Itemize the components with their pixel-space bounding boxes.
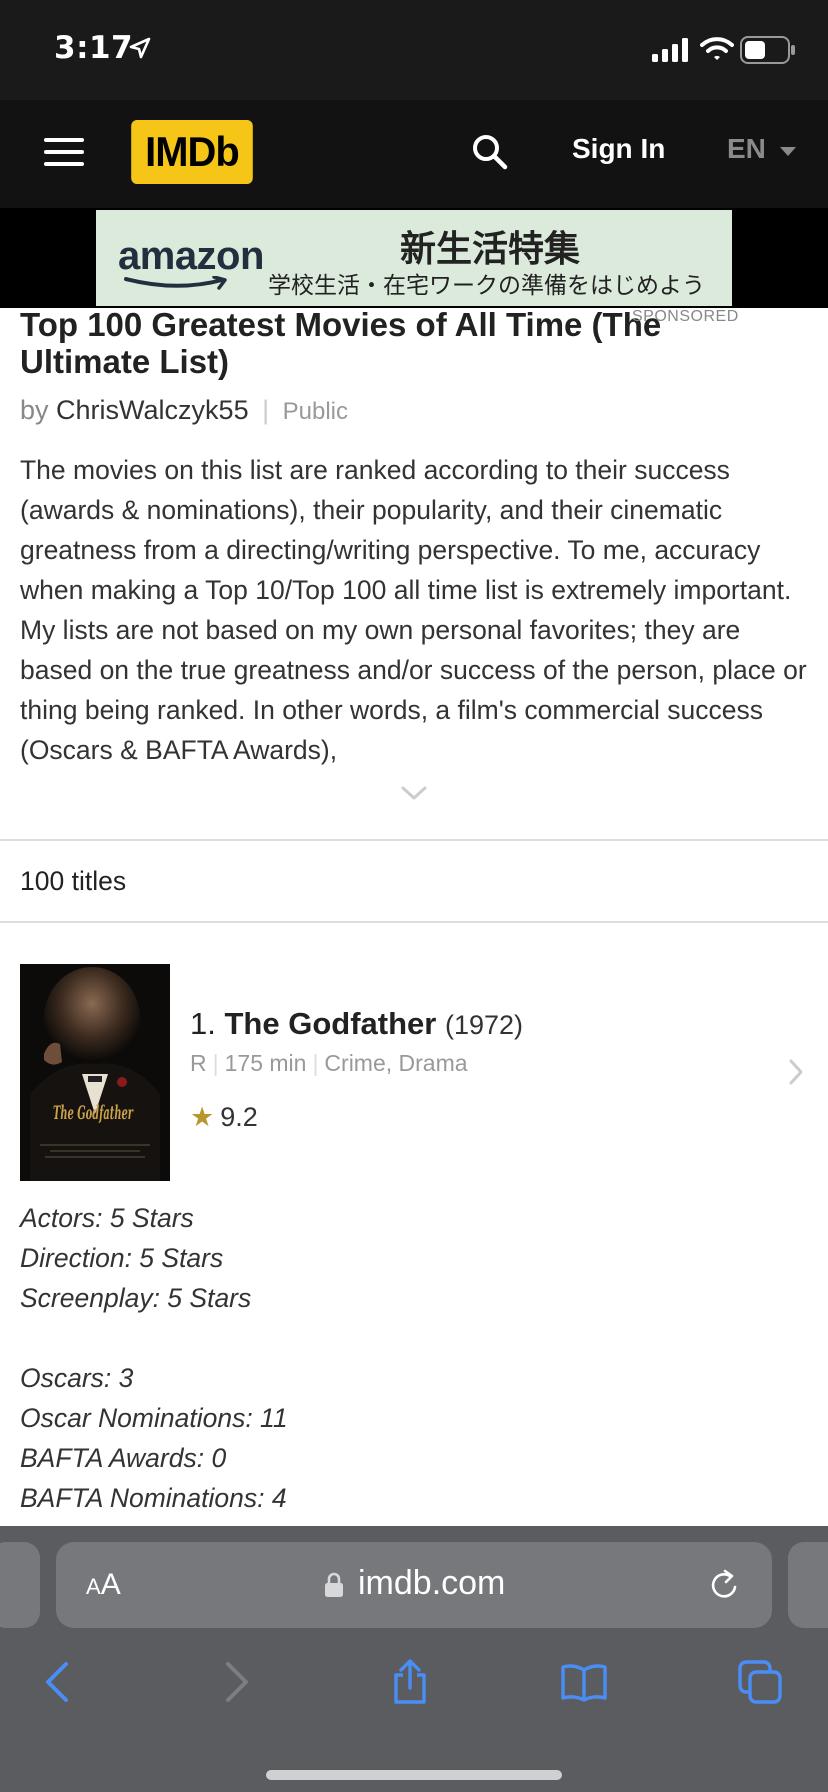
separator: | (262, 395, 270, 425)
next-tab-preview[interactable] (788, 1542, 828, 1628)
poster-title-text: The Godfather (53, 1102, 134, 1124)
share-icon[interactable] (386, 1658, 434, 1706)
note-screenplay: Screenplay: 5 Stars (20, 1283, 252, 1313)
rating-value: 9.2 (220, 1102, 258, 1132)
note-gap (20, 1318, 800, 1358)
tabs-icon[interactable] (736, 1658, 784, 1706)
note-direction: Direction: 5 Stars (20, 1243, 224, 1273)
list-title: Top 100 Greatest Movies of All Time (The… (20, 306, 662, 380)
language-selector[interactable]: EN (727, 133, 766, 165)
search-icon[interactable] (470, 132, 510, 172)
amazon-ad[interactable]: amazon 新生活特集 学校生活・在宅ワークの準備をはじめよう (96, 210, 732, 306)
star-icon: ★ (190, 1102, 215, 1132)
status-time: 3:17 (54, 30, 134, 66)
wifi-icon (700, 37, 734, 60)
titles-count: 100 titles (20, 866, 127, 896)
ad-banner: amazon 新生活特集 学校生活・在宅ワークの準備をはじめよう (0, 208, 828, 308)
movie-poster[interactable]: The Godfather (20, 964, 170, 1181)
note-bafta-nominations: BAFTA Nominations: 4 (20, 1483, 287, 1513)
amazon-logo: amazon (118, 234, 264, 278)
certificate: R (190, 1050, 207, 1076)
forward-icon[interactable] (212, 1658, 260, 1706)
expand-chevron-down-icon[interactable] (400, 784, 428, 802)
imdb-logo[interactable]: IMDb (131, 120, 253, 184)
lock-icon (325, 1572, 343, 1597)
author-link[interactable]: ChrisWalczyk55 (56, 395, 249, 425)
byline: by ChrisWalczyk55 | Public (20, 395, 348, 426)
caret-down-icon[interactable] (780, 147, 796, 156)
chevron-right-icon[interactable] (788, 1058, 804, 1086)
address-bar[interactable]: AA imdb.com (56, 1542, 772, 1628)
movie-meta: R | 175 min | Crime, Drama (190, 1050, 468, 1077)
movie-year: (1972) (444, 1010, 523, 1040)
hamburger-menu-icon[interactable] (44, 138, 84, 168)
rating: ★ 9.2 (190, 1102, 258, 1133)
browser-toolbar: AA imdb.com (0, 1526, 828, 1792)
ad-headline: 新生活特集 (400, 229, 581, 270)
status-bar: 3:17 (0, 0, 828, 100)
divider (0, 921, 828, 923)
visibility-label: Public (282, 398, 349, 425)
runtime: 175 min (224, 1050, 307, 1076)
movie-title-line[interactable]: 1. The Godfather (1972) (190, 1006, 523, 1042)
site-header: IMDb Sign In EN (0, 100, 828, 208)
battery-icon (740, 36, 795, 64)
by-label: by (20, 395, 49, 425)
amazon-smile-icon (124, 276, 227, 290)
note-oscars: Oscars: 3 (20, 1363, 134, 1393)
genres: Crime, Drama (324, 1050, 468, 1076)
note-bafta-awards: BAFTA Awards: 0 (20, 1443, 227, 1473)
note-oscar-nominations: Oscar Nominations: 11 (20, 1403, 288, 1433)
previous-tab-preview[interactable] (0, 1542, 40, 1628)
text-size-button[interactable]: AA (86, 1568, 121, 1602)
separator: | (212, 1050, 219, 1076)
sign-in-button[interactable]: Sign In (572, 133, 665, 165)
separator: | (312, 1050, 319, 1076)
home-indicator (266, 1770, 562, 1780)
reload-icon[interactable] (708, 1568, 742, 1602)
sponsored-label: SPONSORED (632, 308, 739, 325)
movie-notes: Actors: 5 Stars Direction: 5 Stars Scree… (20, 1198, 800, 1518)
note-actors: Actors: 5 Stars (20, 1203, 194, 1233)
ad-subline: 学校生活・在宅ワークの準備をはじめよう (268, 273, 705, 299)
movie-title[interactable]: The Godfather (224, 1006, 436, 1041)
divider (0, 839, 828, 841)
url-text[interactable]: imdb.com (358, 1564, 505, 1603)
list-description: The movies on this list are ranked accor… (20, 455, 807, 765)
bookmarks-icon[interactable] (560, 1658, 608, 1706)
cellular-signal-icon (652, 38, 688, 62)
movie-rank: 1. (190, 1006, 216, 1041)
location-arrow-icon (129, 37, 151, 59)
back-icon[interactable] (34, 1658, 82, 1706)
poster-image: The Godfather (20, 964, 170, 1181)
